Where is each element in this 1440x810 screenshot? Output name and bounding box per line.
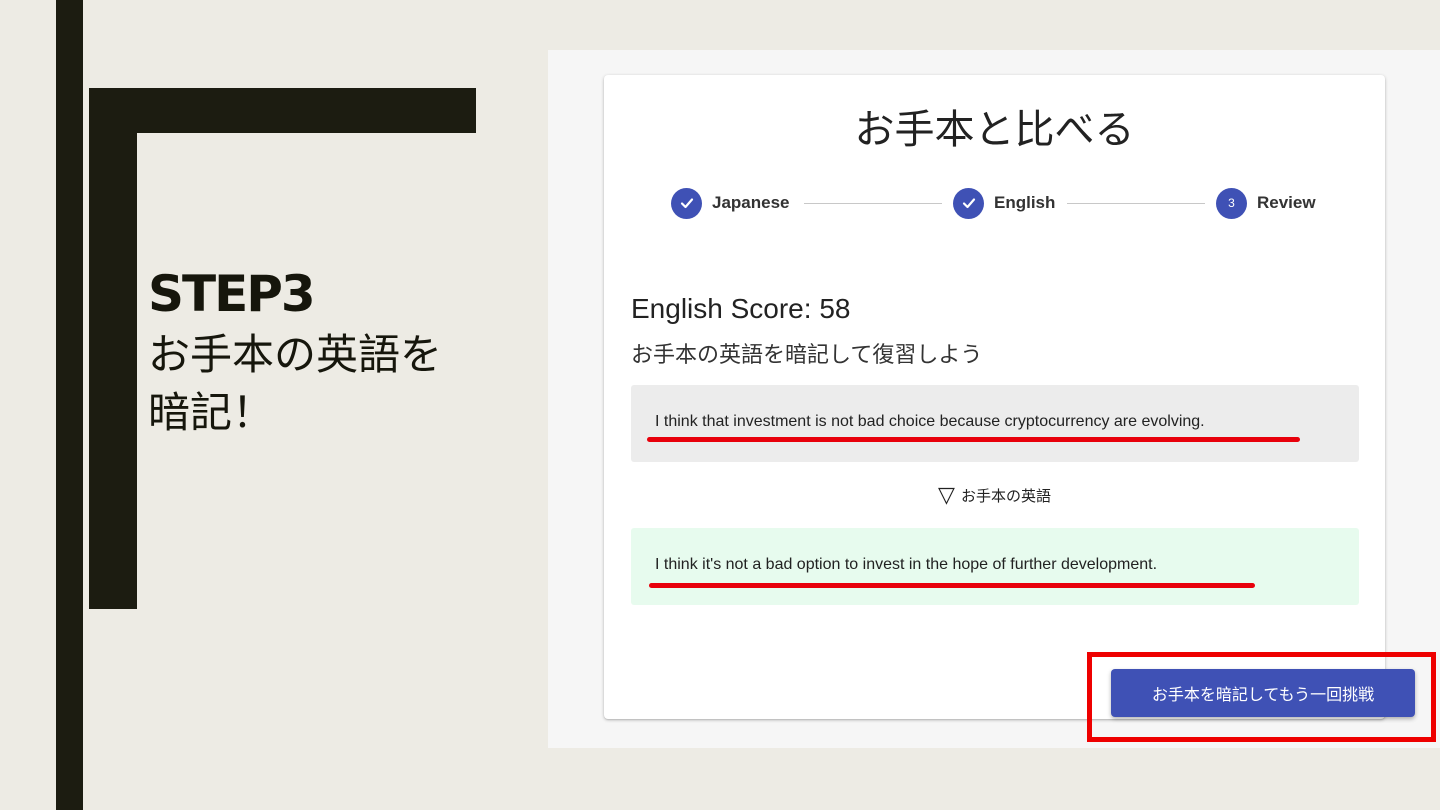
step-description-line2: 暗記！ <box>148 388 275 437</box>
step-description-line1: お手本の英語を <box>148 330 443 379</box>
step-heading: STEP3 <box>148 265 316 323</box>
red-underline <box>649 583 1255 588</box>
review-card: お手本と比べる Japanese English 3 Review Englis… <box>604 75 1436 742</box>
step-label-japanese: Japanese <box>712 193 790 212</box>
model-answer-box: I think it's not a bad option to invest … <box>631 528 1359 605</box>
page-title: お手本と比べる <box>854 107 1135 153</box>
english-score: English Score: 58 <box>631 293 851 324</box>
triangle-down-icon: ▽ <box>938 483 955 508</box>
step-japanese[interactable]: Japanese <box>671 187 790 219</box>
check-icon <box>671 187 702 219</box>
model-answer-toggle-label: お手本の英語 <box>960 487 1051 505</box>
step-label-review: Review <box>1257 193 1316 212</box>
model-answer-toggle[interactable]: ▽ お手本の英語 <box>604 483 1385 508</box>
step-connector <box>804 203 942 204</box>
step-review[interactable]: 3 Review <box>1216 187 1316 219</box>
red-underline <box>647 437 1300 442</box>
step-label-english: English <box>994 193 1056 212</box>
instruction-text: お手本の英語を暗記して復習しよう <box>631 343 983 368</box>
user-answer-box: I think that investment is not bad choic… <box>631 385 1359 462</box>
slide-caption: STEP3 お手本の英語を 暗記！ <box>148 262 508 442</box>
slide-left-bar <box>56 0 83 810</box>
slide-bracket-side <box>89 88 137 609</box>
step-number-badge: 3 <box>1216 187 1247 219</box>
retry-button[interactable]: お手本を暗記してもう一回挑戦 <box>1111 669 1415 717</box>
check-icon <box>953 187 984 219</box>
slide-bracket-top <box>89 88 476 133</box>
slide: STEP3 お手本の英語を 暗記！ お手本と比べる Japanese Engli <box>0 0 1440 810</box>
user-answer-text: I think that investment is not bad choic… <box>655 413 1205 430</box>
step-english[interactable]: English <box>953 187 1055 219</box>
step-connector <box>1067 203 1205 204</box>
stepper: Japanese English 3 Review <box>604 187 1385 219</box>
model-answer-text: I think it's not a bad option to invest … <box>655 556 1158 573</box>
app-screenshot: お手本と比べる Japanese English 3 Review Englis… <box>548 50 1440 748</box>
